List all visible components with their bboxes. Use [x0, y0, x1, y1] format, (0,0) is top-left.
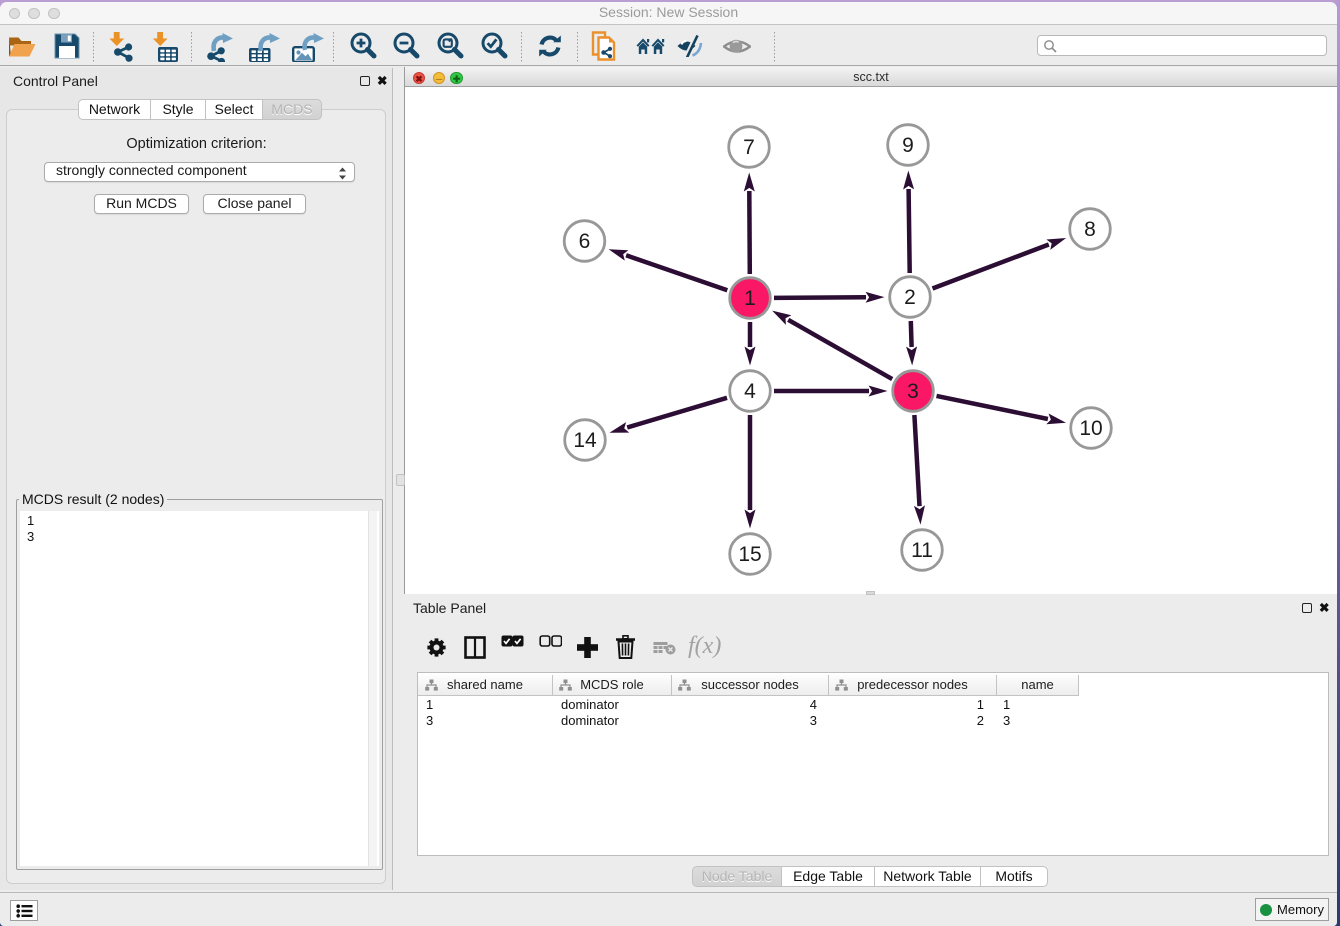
svg-text:3: 3 — [907, 380, 919, 403]
svg-text:10: 10 — [1079, 417, 1102, 440]
svg-text:1: 1 — [744, 287, 756, 310]
svg-text:7: 7 — [743, 136, 755, 159]
svg-text:8: 8 — [1084, 218, 1096, 241]
svg-text:14: 14 — [573, 429, 597, 452]
svg-text:6: 6 — [579, 230, 591, 253]
svg-text:15: 15 — [738, 543, 761, 566]
svg-text:11: 11 — [911, 539, 933, 562]
svg-text:9: 9 — [902, 134, 914, 157]
svg-text:2: 2 — [904, 286, 916, 309]
svg-text:4: 4 — [744, 380, 756, 403]
